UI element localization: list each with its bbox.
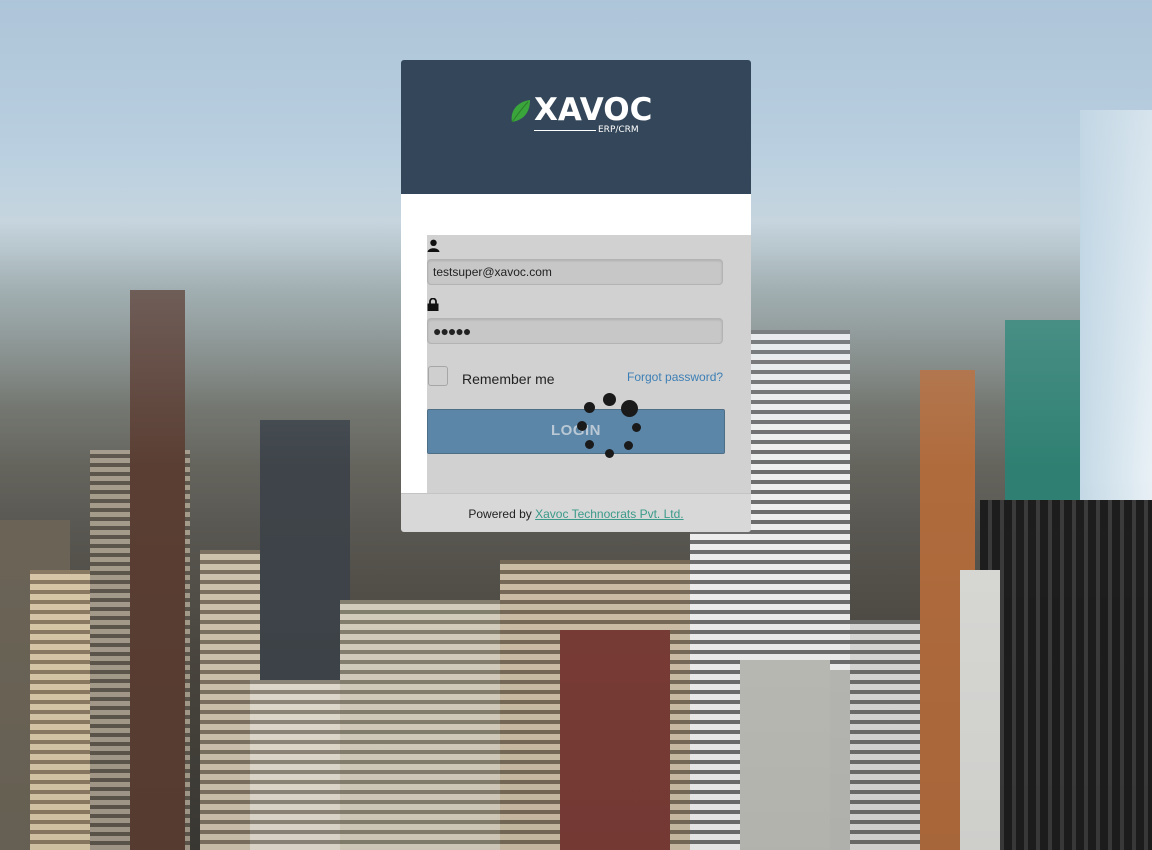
login-header: XAVOC ERP/CRM bbox=[401, 60, 751, 194]
spinner-dot bbox=[577, 421, 587, 431]
login-form-container: testsuper@xavoc.com ●●●●● Remember me Fo… bbox=[401, 235, 751, 493]
user-icon bbox=[427, 239, 441, 253]
login-form: testsuper@xavoc.com ●●●●● Remember me Fo… bbox=[427, 235, 751, 493]
username-field[interactable]: testsuper@xavoc.com bbox=[427, 259, 723, 285]
logo-underline bbox=[534, 130, 596, 131]
spinner-dot bbox=[621, 400, 638, 417]
spinner-dot bbox=[603, 393, 616, 406]
login-button[interactable]: LOGIN bbox=[427, 409, 725, 454]
login-footer: Powered by Xavoc Technocrats Pvt. Ltd. bbox=[401, 493, 751, 532]
header-spacer bbox=[401, 194, 751, 235]
spinner-dot bbox=[632, 423, 641, 432]
password-field[interactable]: ●●●●● bbox=[427, 318, 723, 344]
leaf-icon bbox=[511, 100, 530, 123]
spinner-dot bbox=[605, 449, 614, 458]
xavoc-logo: XAVOC ERP/CRM bbox=[510, 92, 653, 138]
logo-subtext: ERP/CRM bbox=[598, 125, 639, 135]
lock-icon bbox=[427, 297, 441, 312]
powered-by-text: Powered by bbox=[468, 507, 532, 521]
company-link[interactable]: Xavoc Technocrats Pvt. Ltd. bbox=[535, 507, 684, 521]
logo-text: XAVOC bbox=[534, 92, 653, 128]
loading-spinner bbox=[577, 393, 641, 463]
spinner-dot bbox=[584, 402, 595, 413]
spinner-dot bbox=[585, 440, 594, 449]
forgot-password-link[interactable]: Forgot password? bbox=[627, 370, 723, 384]
remember-me-label: Remember me bbox=[462, 371, 555, 387]
login-panel: XAVOC ERP/CRM testsuper@xavoc.com ●●●●● … bbox=[401, 60, 751, 532]
remember-me-checkbox[interactable] bbox=[428, 366, 448, 386]
spinner-dot bbox=[624, 441, 633, 450]
